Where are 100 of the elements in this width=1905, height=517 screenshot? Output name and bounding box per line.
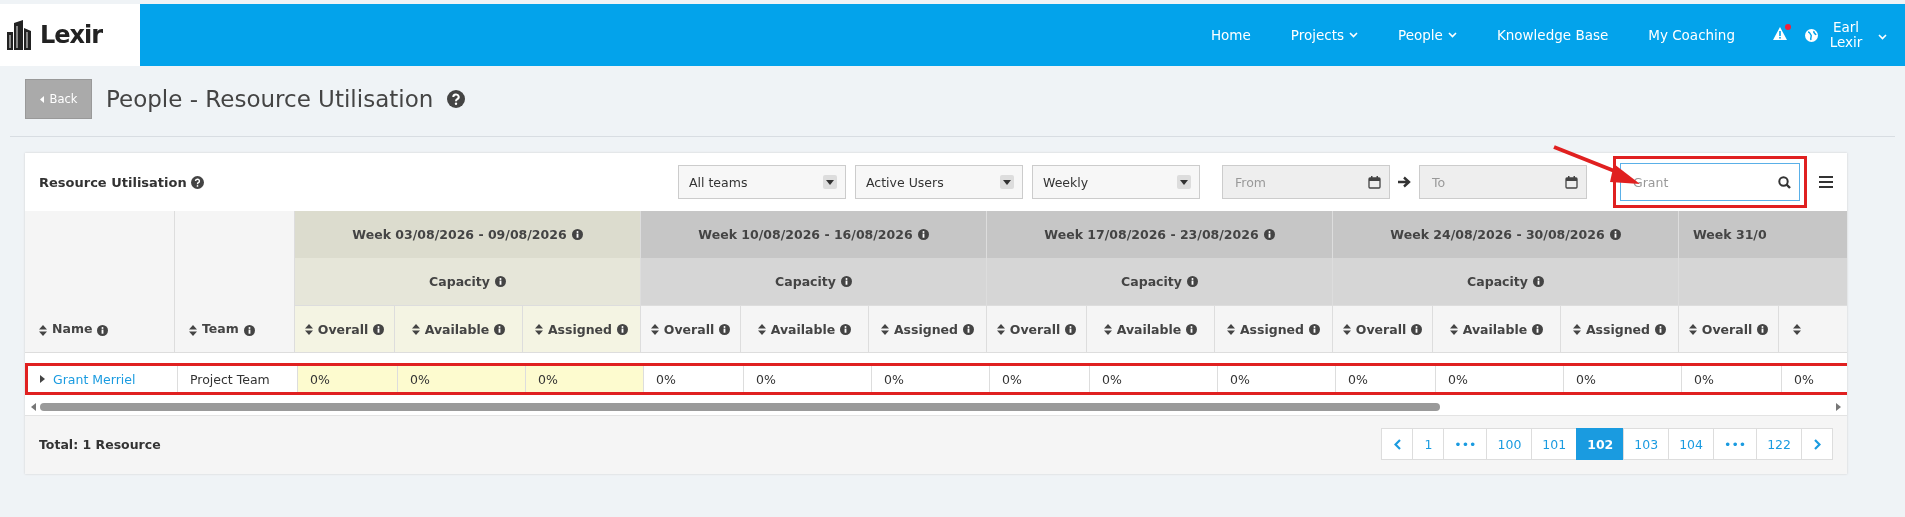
info-icon xyxy=(840,276,852,287)
arrow-right-icon xyxy=(1398,176,1411,188)
sort-icon[interactable] xyxy=(411,323,420,335)
sort-icon[interactable] xyxy=(996,323,1005,335)
table-cell: 0% xyxy=(1564,366,1682,392)
info-icon xyxy=(617,323,629,335)
sort-icon[interactable] xyxy=(304,323,313,335)
column-header[interactable]: Overall xyxy=(1333,305,1433,352)
page-button[interactable]: ••• xyxy=(1713,428,1758,460)
sort-icon[interactable] xyxy=(1449,323,1458,335)
table-cell: 0% xyxy=(1218,366,1336,392)
sort-icon[interactable] xyxy=(1342,323,1351,335)
week-header: Week 31/0 xyxy=(1679,211,1847,258)
week-header: Week 03/08/2026 - 09/08/2026 xyxy=(295,211,641,258)
caret-down-icon xyxy=(1003,179,1011,185)
table-cell: 0% xyxy=(526,366,644,392)
previous-page-button[interactable] xyxy=(1381,428,1414,460)
back-button[interactable]: Back xyxy=(25,79,92,119)
globe-icon[interactable] xyxy=(1805,28,1818,42)
chevron-left-icon xyxy=(1393,438,1401,450)
column-header[interactable]: Overall xyxy=(1679,305,1779,352)
menu-icon[interactable] xyxy=(1819,176,1833,188)
info-icon xyxy=(1186,323,1198,335)
column-header[interactable]: Name xyxy=(25,211,175,352)
filter-dropdown[interactable]: Weekly xyxy=(1032,165,1200,199)
person-link[interactable]: Grant Merriel xyxy=(53,371,136,387)
column-header[interactable]: Available xyxy=(1433,305,1561,352)
nav-link[interactable]: My Coaching xyxy=(1628,27,1755,43)
info-icon xyxy=(1532,323,1544,335)
table-cell: 0% xyxy=(744,366,872,392)
column-header[interactable]: Assigned xyxy=(1561,305,1679,352)
page-button[interactable]: 100 xyxy=(1486,428,1533,460)
chevron-down-icon xyxy=(1447,32,1457,38)
nav-link[interactable]: Projects xyxy=(1270,27,1378,43)
info-icon xyxy=(1655,323,1667,335)
chevron-down-icon xyxy=(1349,32,1358,38)
help-icon[interactable] xyxy=(447,90,466,108)
info-icon xyxy=(1309,323,1321,335)
column-header[interactable]: Team xyxy=(175,211,295,352)
logo[interactable]: Lexir xyxy=(0,4,140,66)
sort-icon[interactable] xyxy=(39,325,47,336)
nav-link[interactable]: Home xyxy=(1190,27,1271,43)
page-button[interactable]: ••• xyxy=(1443,428,1488,460)
page-button[interactable]: 122 xyxy=(1756,428,1802,460)
sort-icon[interactable] xyxy=(1688,323,1697,335)
table-cell: 0% xyxy=(872,366,990,392)
sort-icon[interactable] xyxy=(1793,323,1801,335)
sort-icon[interactable] xyxy=(757,323,766,335)
sort-icon[interactable] xyxy=(1572,323,1581,335)
page-button[interactable]: 102 xyxy=(1576,428,1625,460)
sort-icon[interactable] xyxy=(1226,323,1235,335)
column-header[interactable]: Assigned xyxy=(869,305,987,352)
column-header[interactable]: Available xyxy=(395,305,523,352)
column-header[interactable]: Available xyxy=(1087,305,1215,352)
column-header[interactable]: Assigned xyxy=(1215,305,1333,352)
table-cell: 0% xyxy=(298,366,398,392)
page-button[interactable]: 104 xyxy=(1668,428,1714,460)
filter-dropdown[interactable]: All teams xyxy=(678,165,846,199)
page-button[interactable]: 1 xyxy=(1412,428,1445,460)
info-icon xyxy=(1411,323,1423,335)
info-icon xyxy=(373,323,385,335)
warning-icon[interactable] xyxy=(1773,27,1787,40)
week-header: Week 17/08/2026 - 23/08/2026 xyxy=(987,211,1333,258)
page-button[interactable]: 101 xyxy=(1531,428,1578,460)
next-page-button[interactable] xyxy=(1801,428,1833,460)
scroll-right-icon[interactable] xyxy=(1836,403,1841,411)
calendar-icon[interactable] xyxy=(1368,175,1381,189)
column-header[interactable]: Overall xyxy=(295,305,395,352)
to-date-field[interactable]: To xyxy=(1419,165,1587,199)
chevron-down-icon xyxy=(1878,34,1887,40)
expand-icon[interactable] xyxy=(40,375,45,383)
info-icon xyxy=(917,229,929,240)
info-icon xyxy=(1186,276,1198,287)
scroll-left-icon[interactable] xyxy=(31,403,36,411)
help-icon[interactable] xyxy=(190,175,204,189)
nav-link[interactable]: People xyxy=(1378,27,1477,43)
column-header[interactable]: Available xyxy=(741,305,869,352)
column-header[interactable]: Overall xyxy=(987,305,1087,352)
column-header[interactable]: Assigned xyxy=(523,305,641,352)
sort-icon[interactable] xyxy=(189,325,197,336)
nav-link[interactable]: Knowledge Base xyxy=(1476,27,1629,43)
table-cell: 0% xyxy=(1782,366,1847,392)
search-field[interactable]: Grant xyxy=(1620,163,1800,201)
sort-icon[interactable] xyxy=(534,323,543,335)
group-header: Capacity xyxy=(775,274,836,289)
week-header: Week 24/08/2026 - 30/08/2026 xyxy=(1333,211,1679,258)
sort-icon[interactable] xyxy=(880,323,889,335)
page-button[interactable]: 103 xyxy=(1623,428,1670,460)
from-date-field[interactable]: From xyxy=(1222,165,1390,199)
user-menu[interactable]: Earl Lexir xyxy=(1826,20,1866,50)
group-header: Capacity xyxy=(1121,274,1182,289)
sort-icon[interactable] xyxy=(650,323,659,335)
info-icon xyxy=(1532,276,1544,287)
table-cell: 0% xyxy=(1090,366,1218,392)
info-icon xyxy=(243,325,255,336)
filter-dropdown[interactable]: Active Users xyxy=(855,165,1023,199)
calendar-icon[interactable] xyxy=(1565,175,1578,189)
search-icon[interactable] xyxy=(1778,175,1791,189)
sort-icon[interactable] xyxy=(1103,323,1112,335)
column-header[interactable]: Overall xyxy=(641,305,741,352)
